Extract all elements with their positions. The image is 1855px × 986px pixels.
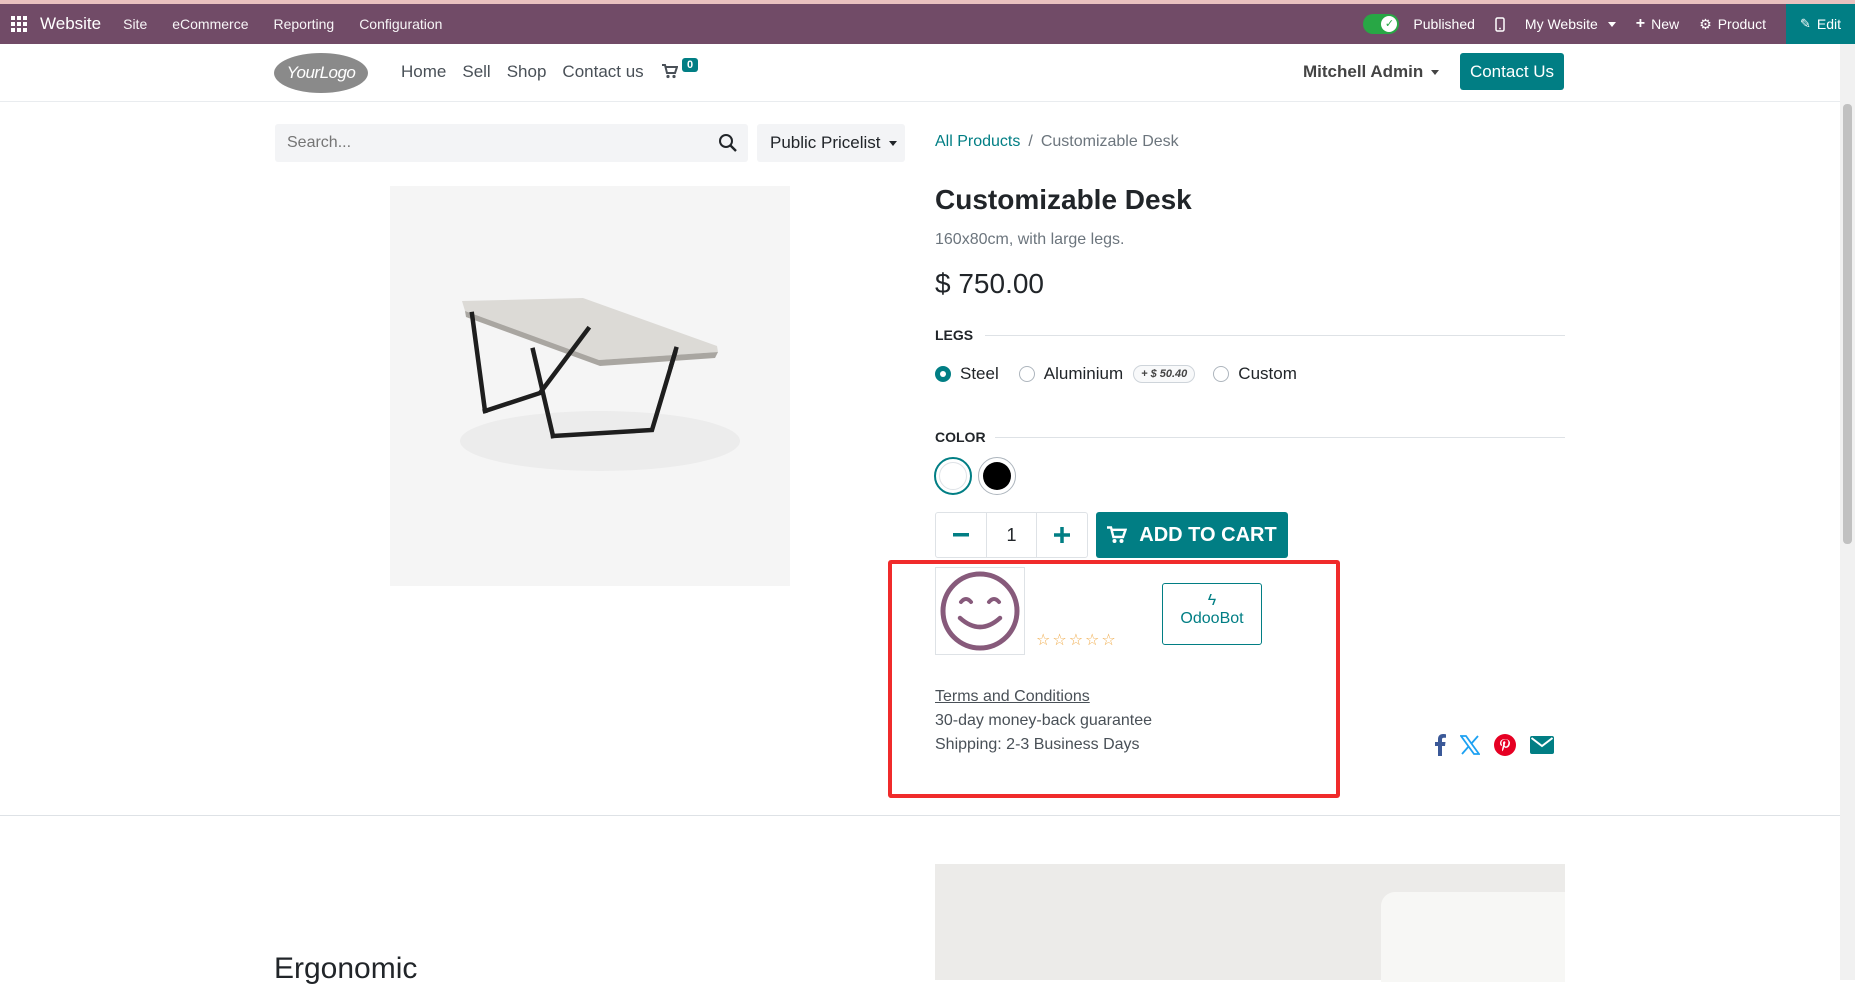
menu-configuration[interactable]: Configuration bbox=[359, 16, 442, 32]
chevron-down-icon bbox=[888, 141, 897, 147]
mobile-preview-button[interactable] bbox=[1495, 16, 1505, 32]
section-image bbox=[935, 864, 1565, 982]
nav-sell[interactable]: Sell bbox=[462, 62, 490, 82]
breadcrumb-all-products[interactable]: All Products bbox=[935, 133, 1020, 150]
pinterest-icon[interactable] bbox=[1494, 734, 1516, 756]
product-image[interactable] bbox=[390, 186, 790, 586]
email-icon[interactable] bbox=[1530, 735, 1554, 755]
guarantee-text: 30-day money-back guarantee bbox=[935, 712, 1153, 729]
chevron-down-icon bbox=[1607, 21, 1616, 27]
pricelist-label: Public Pricelist bbox=[770, 133, 881, 152]
pricelist-dropdown[interactable]: Public Pricelist bbox=[757, 124, 905, 162]
product-search bbox=[275, 124, 748, 162]
menu-ecommerce[interactable]: eCommerce bbox=[172, 16, 248, 32]
published-toggle[interactable]: Published bbox=[1363, 14, 1475, 34]
pencil-icon: ✎ bbox=[1799, 16, 1811, 31]
edit-label: Edit bbox=[1816, 16, 1841, 32]
terms-link[interactable]: Terms and Conditions bbox=[935, 688, 1090, 706]
search-input[interactable] bbox=[275, 124, 695, 162]
breadcrumb-separator: / bbox=[1028, 133, 1033, 150]
product-label: Product bbox=[1717, 16, 1766, 32]
edit-button[interactable]: ✎ Edit bbox=[1785, 4, 1855, 44]
new-label: New bbox=[1651, 16, 1680, 32]
gear-icon: ⚙ bbox=[1699, 15, 1712, 32]
menu-site[interactable]: Site bbox=[123, 16, 147, 32]
add-to-cart-label: ADD TO CART bbox=[1139, 523, 1277, 546]
color-label: COLOR bbox=[935, 429, 986, 445]
radio-aluminium[interactable] bbox=[1018, 366, 1035, 382]
user-menu[interactable]: Mitchell Admin bbox=[1303, 62, 1440, 82]
swatch-fill bbox=[939, 462, 967, 490]
rating-stars: ☆☆☆☆☆ bbox=[1036, 632, 1118, 649]
increase-quantity-button[interactable] bbox=[1037, 513, 1087, 557]
bolt-icon: ϟ bbox=[1207, 592, 1217, 609]
main-nav: Home Sell Shop Contact us bbox=[401, 62, 644, 82]
quantity-value[interactable]: 1 bbox=[985, 513, 1038, 557]
facebook-icon[interactable] bbox=[1434, 734, 1446, 756]
scrollbar-thumb[interactable] bbox=[1843, 104, 1852, 544]
option-aluminium-label[interactable]: Aluminium bbox=[1044, 364, 1123, 384]
add-to-cart-button[interactable]: ADD TO CART bbox=[1096, 512, 1288, 558]
search-icon[interactable] bbox=[718, 133, 738, 153]
mobile-icon bbox=[1495, 16, 1505, 32]
decrease-quantity-button[interactable] bbox=[936, 513, 986, 557]
option-steel-label[interactable]: Steel bbox=[960, 364, 999, 384]
color-swatch-black[interactable] bbox=[978, 457, 1016, 495]
apps-grid-icon[interactable] bbox=[10, 15, 28, 33]
breadcrumb: All Products / Customizable Desk bbox=[935, 133, 1179, 151]
reviewer-avatar bbox=[935, 567, 1025, 655]
odoobot-label: OdooBot bbox=[1180, 610, 1244, 627]
color-swatch-white[interactable] bbox=[934, 457, 972, 495]
radio-custom[interactable] bbox=[1213, 366, 1230, 382]
option-custom-label[interactable]: Custom bbox=[1238, 364, 1297, 384]
radio-steel[interactable] bbox=[935, 366, 951, 382]
nav-home[interactable]: Home bbox=[401, 62, 446, 82]
breadcrumb-current: Customizable Desk bbox=[1040, 133, 1179, 150]
new-button[interactable]: + New bbox=[1636, 15, 1679, 33]
cart-icon bbox=[662, 64, 679, 79]
product-description: 160x80cm, with large legs. bbox=[935, 231, 1125, 248]
plus-icon: + bbox=[1635, 15, 1646, 32]
admin-bar-right: Published My Website + New ⚙ Product ✎ E… bbox=[1363, 4, 1855, 44]
toggle-switch-icon[interactable] bbox=[1363, 14, 1400, 34]
contact-us-button[interactable]: Contact Us bbox=[1460, 53, 1564, 90]
color-divider bbox=[995, 437, 1565, 438]
section-divider bbox=[0, 815, 1840, 816]
product-price: $ 750.00 bbox=[935, 268, 1044, 299]
app-name[interactable]: Website bbox=[40, 14, 101, 34]
cart-icon bbox=[1107, 526, 1128, 543]
cart-count-badge: 0 bbox=[682, 58, 699, 72]
section-heading: Ergonomic bbox=[274, 952, 418, 985]
product-title: Customizable Desk bbox=[935, 184, 1192, 215]
swatch-fill bbox=[983, 462, 1011, 490]
smiley-face-icon bbox=[940, 571, 1020, 651]
quantity-stepper: 1 bbox=[935, 512, 1088, 558]
website-switcher[interactable]: My Website bbox=[1525, 16, 1616, 32]
plus-icon bbox=[1054, 527, 1071, 543]
legs-divider bbox=[985, 335, 1565, 336]
menu-reporting[interactable]: Reporting bbox=[273, 16, 334, 32]
chevron-down-icon bbox=[1431, 70, 1440, 76]
admin-bar: Website Site eCommerce Reporting Configu… bbox=[0, 4, 1855, 44]
website-label: My Website bbox=[1524, 16, 1598, 32]
shipping-text: Shipping: 2-3 Business Days bbox=[935, 736, 1140, 753]
product-settings-button[interactable]: ⚙ Product bbox=[1699, 16, 1766, 33]
site-logo[interactable]: YourLogo bbox=[274, 53, 368, 93]
desk-illustration bbox=[460, 298, 740, 471]
chair-shape bbox=[1381, 892, 1565, 982]
user-name: Mitchell Admin bbox=[1303, 62, 1424, 81]
x-twitter-icon[interactable] bbox=[1460, 735, 1480, 755]
nav-contact-us[interactable]: Contact us bbox=[562, 62, 643, 82]
odoobot-button[interactable]: ϟ OdooBot bbox=[1162, 583, 1262, 645]
minus-icon bbox=[952, 533, 969, 537]
published-label: Published bbox=[1413, 16, 1475, 32]
legs-label: LEGS bbox=[935, 327, 974, 343]
share-links bbox=[1434, 734, 1554, 756]
nav-shop[interactable]: Shop bbox=[507, 62, 547, 82]
aluminium-extra-price: + $ 50.40 bbox=[1133, 365, 1196, 383]
site-navbar: YourLogo Home Sell Shop Contact us 0 Mit… bbox=[0, 44, 1840, 102]
legs-options: Steel Aluminium + $ 50.40 Custom bbox=[935, 364, 1297, 384]
cart-button[interactable]: 0 bbox=[662, 58, 699, 84]
page-scrollbar[interactable] bbox=[1840, 44, 1855, 980]
